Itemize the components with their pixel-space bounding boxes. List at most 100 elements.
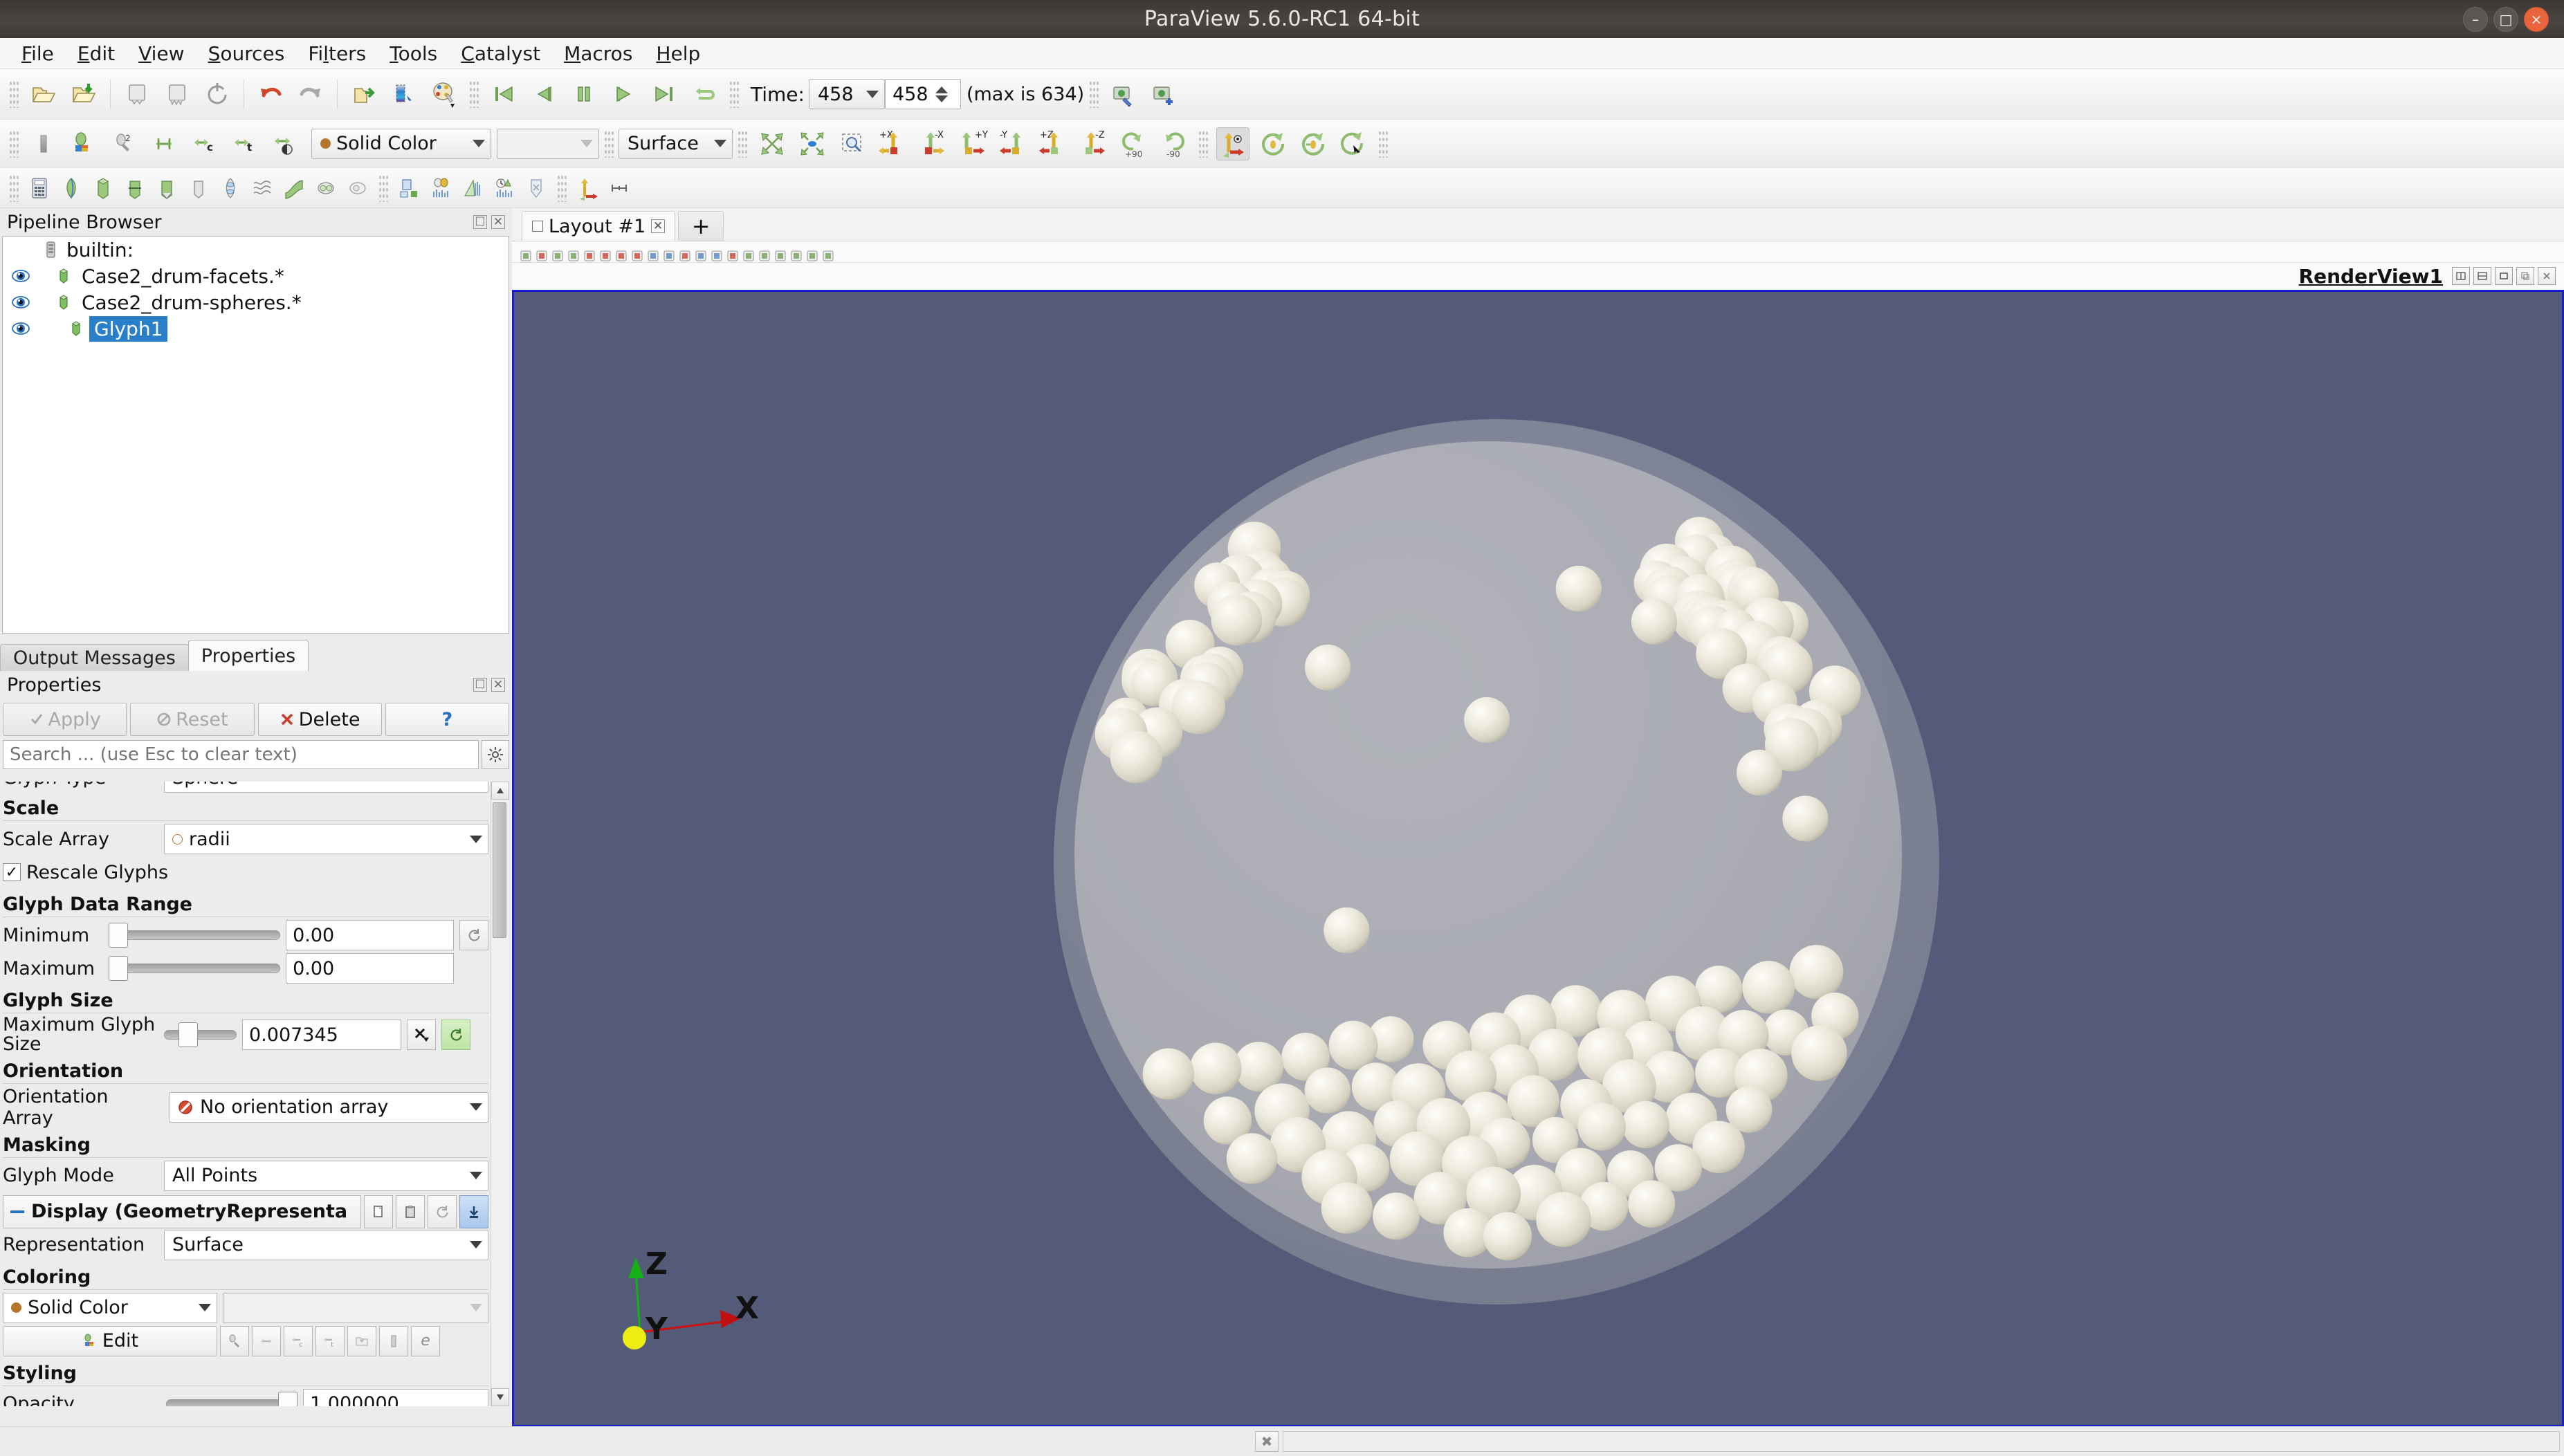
toolbar-grip[interactable] bbox=[738, 129, 747, 158]
pipeline-item-builtin[interactable]: builtin: bbox=[3, 237, 509, 263]
menu-macros[interactable]: Macros bbox=[552, 39, 644, 68]
clip-icon[interactable] bbox=[89, 174, 117, 202]
warp-icon[interactable] bbox=[280, 174, 308, 202]
menu-help[interactable]: Help bbox=[644, 39, 712, 68]
redo-icon[interactable] bbox=[294, 77, 327, 111]
maximize-button[interactable]: □ bbox=[2493, 6, 2518, 32]
previous-frame-icon[interactable] bbox=[527, 77, 560, 111]
help-icon[interactable] bbox=[789, 245, 803, 261]
menu-tools[interactable]: Tools bbox=[378, 39, 449, 68]
plot-over-line-icon[interactable] bbox=[395, 174, 423, 202]
hover-points-icon[interactable] bbox=[522, 174, 550, 202]
set-view-minus-x-icon[interactable]: -X bbox=[916, 127, 949, 160]
representation-type-combo[interactable]: Surface bbox=[619, 128, 733, 159]
next-frame-icon[interactable] bbox=[607, 77, 641, 111]
toolbar-grip[interactable] bbox=[557, 174, 567, 202]
stream-tracer-icon[interactable] bbox=[248, 174, 276, 202]
toolbar-grip[interactable] bbox=[9, 129, 19, 158]
group-datasets-icon[interactable] bbox=[312, 174, 340, 202]
maximize-view-icon[interactable] bbox=[2495, 267, 2513, 285]
render-view[interactable]: Z X Y bbox=[512, 290, 2564, 1427]
apply-button[interactable]: Apply bbox=[3, 703, 127, 736]
pick-center-icon[interactable] bbox=[1256, 127, 1290, 160]
save-as-defaults-button[interactable] bbox=[459, 1195, 488, 1228]
menu-file[interactable]: File bbox=[10, 39, 66, 68]
set-view-plus-y-icon[interactable]: +Y bbox=[956, 127, 989, 160]
reset-icon[interactable] bbox=[821, 245, 835, 261]
open-recent-icon[interactable] bbox=[67, 77, 100, 111]
save-screenshot-settings-icon[interactable] bbox=[1107, 77, 1140, 111]
plot-data-icon[interactable] bbox=[491, 174, 518, 202]
rotate-center-icon[interactable] bbox=[1337, 127, 1370, 160]
rescale-to-time-icon[interactable]: c bbox=[187, 127, 221, 160]
select-points-through-icon[interactable] bbox=[614, 245, 628, 261]
last-frame-icon[interactable] bbox=[648, 77, 681, 111]
rotate-minus-90-icon[interactable]: -90 bbox=[1157, 127, 1190, 160]
select-polygon-icon[interactable] bbox=[678, 245, 692, 261]
axes-icon[interactable] bbox=[574, 174, 601, 202]
restore-defaults-button[interactable] bbox=[428, 1195, 457, 1228]
select-block-icon[interactable] bbox=[630, 245, 644, 261]
toolbar-grip[interactable] bbox=[378, 174, 388, 202]
select-color-icon[interactable] bbox=[387, 77, 421, 111]
extract-subset-icon[interactable] bbox=[185, 174, 212, 202]
reset-range-button[interactable] bbox=[459, 920, 488, 950]
set-view-plus-z-icon[interactable]: +Z bbox=[1036, 127, 1070, 160]
probe-location-icon[interactable] bbox=[459, 174, 486, 202]
reset-to-default-button[interactable] bbox=[407, 1020, 436, 1051]
menu-filters[interactable]: Filters bbox=[296, 39, 378, 68]
first-frame-icon[interactable] bbox=[487, 77, 520, 111]
zoom-to-data-icon[interactable] bbox=[796, 127, 829, 160]
scale-array-combo[interactable]: radii bbox=[164, 824, 488, 854]
play-icon[interactable] bbox=[567, 77, 601, 111]
rescale-to-custom-range-button[interactable]: c bbox=[284, 1325, 313, 1356]
loop-icon[interactable] bbox=[688, 77, 721, 111]
time-step-spinbox[interactable]: 458 bbox=[884, 79, 961, 109]
visibility-eye-icon[interactable] bbox=[7, 266, 35, 286]
rescale-to-data-button[interactable] bbox=[441, 1020, 470, 1051]
calculator-icon[interactable] bbox=[26, 174, 53, 202]
annotate-icon[interactable] bbox=[773, 245, 787, 261]
maximum-glyph-size-slider[interactable] bbox=[164, 1022, 237, 1048]
glyph-type-row[interactable]: Glyph Type Sphere bbox=[3, 782, 488, 793]
toolbar-grip[interactable] bbox=[604, 129, 614, 158]
glyph-icon[interactable] bbox=[217, 174, 244, 202]
color-palette-icon[interactable] bbox=[428, 77, 461, 111]
plot-selection-icon[interactable] bbox=[427, 174, 455, 202]
interact-icon[interactable] bbox=[519, 245, 533, 261]
reset-button[interactable]: Reset bbox=[130, 703, 255, 736]
visibility-eye-icon[interactable] bbox=[7, 319, 35, 338]
spinner-arrows[interactable] bbox=[935, 86, 948, 102]
properties-search-input[interactable] bbox=[3, 740, 479, 769]
layout-tab[interactable]: Layout #1 ✕ bbox=[522, 211, 676, 241]
contour-icon[interactable] bbox=[57, 174, 85, 202]
close-icon[interactable]: ✕ bbox=[491, 215, 505, 229]
cancel-button[interactable]: ✖ bbox=[1255, 1431, 1279, 1452]
scrollbar-thumb[interactable] bbox=[493, 802, 506, 938]
toolbar-grip[interactable] bbox=[729, 80, 739, 108]
open-file-icon[interactable] bbox=[27, 77, 60, 111]
toolbar-grip[interactable] bbox=[469, 80, 479, 108]
copy-properties-button[interactable] bbox=[364, 1195, 393, 1228]
scroll-down-icon[interactable] bbox=[491, 1388, 509, 1406]
select-cells-through-icon[interactable] bbox=[598, 245, 612, 261]
properties-scroll-area[interactable]: Glyph Type Sphere Scale Scale Array radi… bbox=[3, 782, 509, 1406]
zoom-to-box-icon[interactable] bbox=[836, 127, 869, 160]
menu-edit[interactable]: Edit bbox=[66, 39, 127, 68]
close-button[interactable]: × bbox=[2524, 6, 2549, 32]
reset-center-icon[interactable] bbox=[1297, 127, 1330, 160]
pipeline-browser[interactable]: builtin: Case2_drum-facets.* Case2_drum-sp… bbox=[2, 236, 509, 634]
scroll-up-icon[interactable] bbox=[491, 782, 509, 800]
rescale-to-data-range-button[interactable] bbox=[252, 1325, 281, 1356]
opacity-slider[interactable] bbox=[166, 1391, 297, 1406]
toggle-color-legend-button[interactable] bbox=[379, 1325, 408, 1356]
connect-icon[interactable] bbox=[347, 77, 381, 111]
toolbar-grip[interactable] bbox=[9, 80, 19, 108]
rescale-glyphs-row[interactable]: ✓ Rescale Glyphs bbox=[3, 856, 488, 889]
add-layout-tab[interactable]: + bbox=[678, 211, 724, 241]
save-data-icon[interactable] bbox=[120, 77, 154, 111]
help-button[interactable]: ? bbox=[385, 703, 509, 736]
spinner-up-icon[interactable] bbox=[935, 86, 948, 93]
hover-points-icon[interactable] bbox=[710, 245, 724, 261]
pipeline-item-glyph1[interactable]: Glyph1 bbox=[3, 315, 509, 342]
